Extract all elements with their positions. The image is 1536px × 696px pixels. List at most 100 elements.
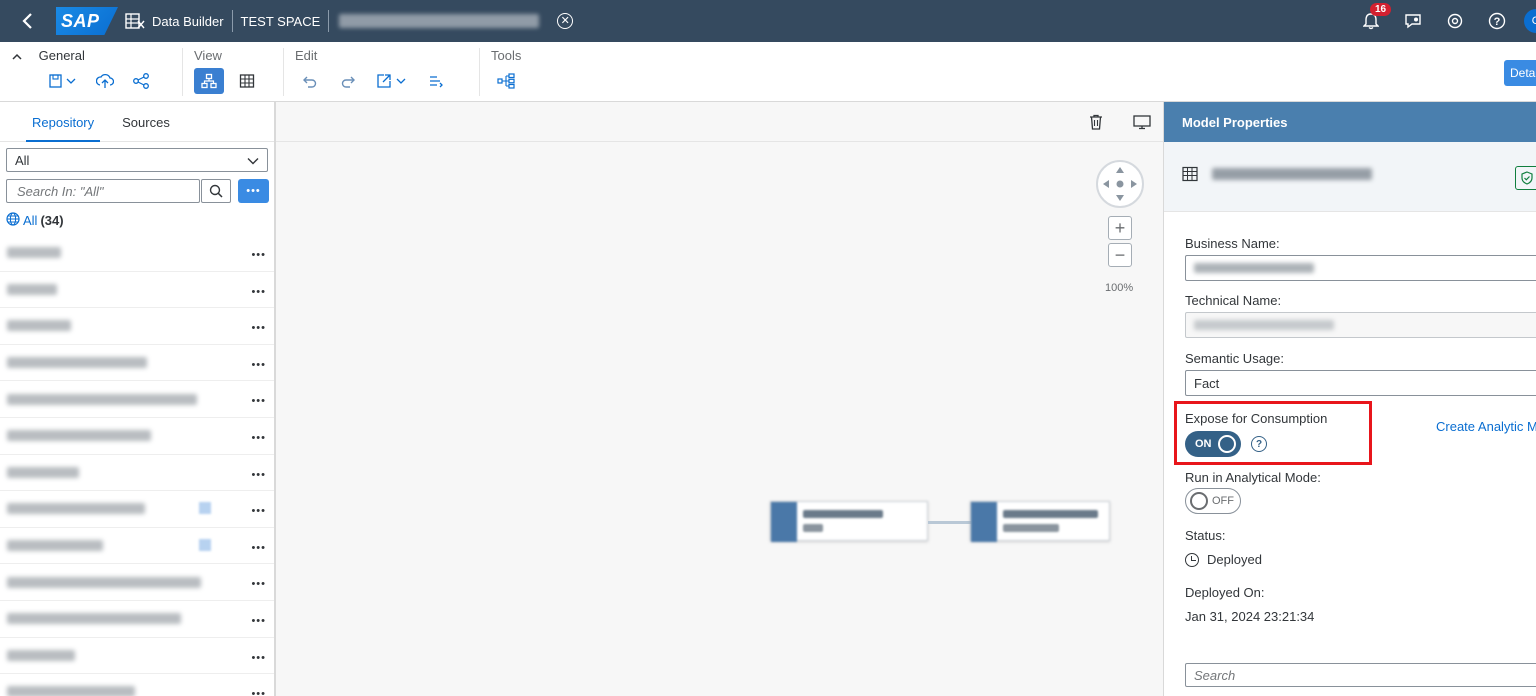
back-icon[interactable] — [0, 0, 56, 42]
list-item[interactable]: ••• — [0, 528, 274, 565]
item-status-icon — [199, 538, 211, 551]
toolbar-edit-icons — [295, 68, 451, 94]
pan-navigation-control[interactable] — [1096, 160, 1144, 208]
toolbar-view-icons — [194, 68, 262, 94]
avatar[interactable]: G — [1524, 9, 1536, 33]
title-separator — [231, 10, 233, 32]
list-item[interactable]: ••• — [0, 235, 274, 272]
collapse-chevron-icon[interactable] — [12, 48, 26, 63]
close-icon[interactable]: ✕ — [557, 13, 574, 29]
node-title-redacted — [803, 510, 883, 518]
details-button[interactable]: Deta — [1504, 60, 1536, 86]
support-icon[interactable] — [1434, 0, 1476, 42]
item-more-icon[interactable]: ••• — [251, 505, 266, 517]
item-more-icon[interactable]: ••• — [251, 615, 266, 627]
list-item[interactable]: ••• — [0, 455, 274, 492]
impact-lineage-icon[interactable] — [421, 68, 451, 94]
item-more-icon[interactable]: ••• — [251, 542, 266, 554]
table-view-button[interactable] — [232, 68, 262, 94]
source-node[interactable] — [770, 501, 928, 542]
save-menu-button[interactable] — [42, 68, 84, 94]
status-row: Deployed — [1185, 552, 1262, 567]
redo-icon[interactable] — [333, 68, 363, 94]
list-item[interactable]: ••• — [0, 638, 274, 675]
item-more-icon[interactable]: ••• — [251, 359, 266, 371]
notifications-icon[interactable]: 16 — [1350, 0, 1392, 42]
item-more-icon[interactable]: ••• — [251, 249, 266, 261]
repository-filter-select[interactable]: All — [6, 148, 268, 172]
item-more-icon[interactable]: ••• — [251, 652, 266, 664]
app-title[interactable]: Data Builder — [152, 14, 224, 29]
item-more-icon[interactable]: ••• — [251, 395, 266, 407]
analytical-mode-switch[interactable]: OFF — [1185, 488, 1241, 514]
list-item[interactable]: ••• — [0, 491, 274, 528]
diagram-view-button[interactable] — [194, 68, 224, 94]
semantic-usage-label: Semantic Usage: — [1185, 351, 1284, 366]
switch-knob — [1190, 492, 1208, 510]
toolbar-separator — [283, 48, 284, 96]
list-item[interactable]: ••• — [0, 381, 274, 418]
semantic-usage-select[interactable]: Fact — [1185, 370, 1536, 396]
zoom-out-button[interactable]: − — [1108, 243, 1132, 267]
undo-icon[interactable] — [295, 68, 325, 94]
deploy-icon[interactable] — [90, 68, 120, 94]
list-item[interactable]: ••• — [0, 564, 274, 601]
list-item[interactable]: ••• — [0, 418, 274, 455]
list-item[interactable]: ••• — [0, 601, 274, 638]
delete-icon[interactable] — [1086, 112, 1106, 132]
list-item[interactable]: ••• — [0, 272, 274, 309]
deployed-on-label: Deployed On: — [1185, 585, 1265, 600]
tab-sources[interactable]: Sources — [122, 102, 170, 142]
toolbar: General View Edit Tools Deta — [0, 42, 1536, 102]
search-icon[interactable] — [201, 179, 231, 203]
list-item-redacted-label — [7, 320, 71, 332]
sap-logo[interactable]: SAP — [56, 7, 118, 35]
toolbar-group-edit: Edit — [295, 42, 475, 102]
list-item-redacted-label — [7, 540, 103, 552]
toolbar-tools-label: Tools — [491, 48, 522, 63]
list-item[interactable]: ••• — [0, 674, 274, 696]
semantic-usage-value: Fact — [1194, 375, 1220, 391]
toolbar-general-icons — [42, 68, 156, 94]
panel-title: Model Properties — [1164, 102, 1536, 142]
list-item-redacted-label — [7, 686, 135, 696]
clock-icon — [1185, 552, 1199, 567]
list-item[interactable]: ••• — [0, 308, 274, 345]
help-icon[interactable]: ? — [1476, 0, 1518, 42]
all-label: All — [23, 213, 38, 228]
output-node[interactable] — [970, 501, 1110, 542]
item-more-icon[interactable]: ••• — [251, 322, 266, 334]
more-options-button[interactable]: ••• — [238, 179, 269, 203]
deployed-shield-icon[interactable] — [1515, 166, 1536, 190]
list-item[interactable]: ••• — [0, 345, 274, 382]
create-analytic-model-link[interactable]: Create Analytic M — [1436, 419, 1536, 434]
node-connector — [928, 521, 972, 524]
diagram-canvas[interactable]: + − 100% — [276, 102, 1163, 696]
item-more-icon[interactable]: ••• — [251, 469, 266, 481]
zoom-in-button[interactable]: + — [1108, 216, 1132, 240]
space-name[interactable]: TEST SPACE — [241, 14, 321, 29]
list-item-redacted-label — [7, 283, 57, 295]
share-icon[interactable] — [126, 68, 156, 94]
toolbar-edit-label: Edit — [295, 48, 318, 63]
status-label: Status: — [1185, 528, 1226, 543]
item-more-icon[interactable]: ••• — [251, 286, 266, 298]
fullscreen-icon[interactable] — [1132, 112, 1152, 132]
business-name-input[interactable] — [1185, 255, 1536, 281]
node-type-bar — [771, 502, 797, 542]
all-objects-node[interactable]: All (34) — [6, 212, 64, 229]
toolbar-separator — [479, 48, 480, 96]
repository-list: ••• ••• ••• ••• ••• ••• ••• ••• ••• ••• … — [0, 235, 274, 696]
title-separator — [328, 10, 330, 32]
hierarchy-tool-icon[interactable] — [491, 68, 521, 94]
feedback-icon[interactable] — [1392, 0, 1434, 42]
tab-repository[interactable]: Repository — [25, 102, 101, 142]
item-more-icon[interactable]: ••• — [251, 688, 266, 696]
item-more-icon[interactable]: ••• — [251, 578, 266, 590]
properties-search-input[interactable]: Search — [1185, 663, 1536, 687]
repository-search-input[interactable]: Search In: "All" — [6, 179, 200, 203]
item-more-icon[interactable]: ••• — [251, 432, 266, 444]
export-menu-button[interactable] — [371, 68, 413, 94]
item-status-icon — [199, 502, 211, 515]
list-item-redacted-label — [7, 576, 201, 588]
